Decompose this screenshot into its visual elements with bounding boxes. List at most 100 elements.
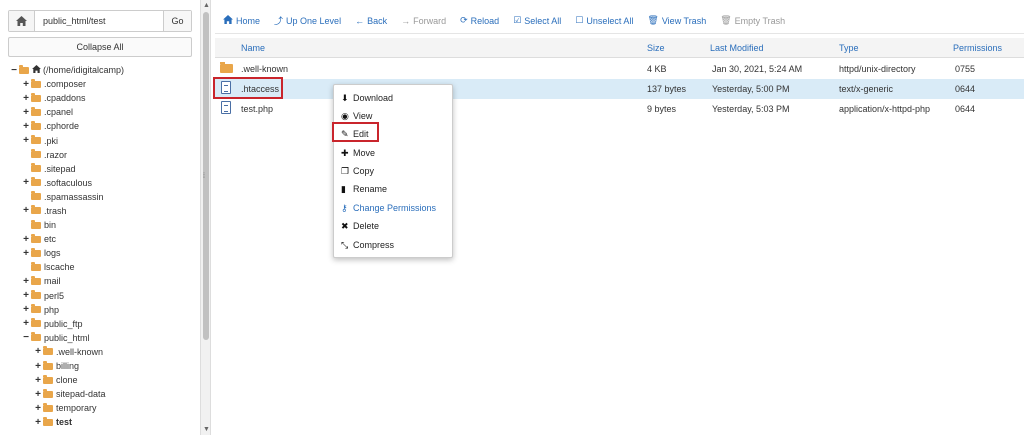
menu-item-delete[interactable]: ✖ Delete bbox=[341, 219, 379, 233]
tree-item[interactable]: + etc bbox=[0, 232, 200, 246]
view-trash-button[interactable]: 🗑 View Trash bbox=[647, 15, 706, 26]
tree-item-label: logs bbox=[44, 248, 61, 259]
tree-item[interactable]: + .cphorde bbox=[0, 119, 200, 133]
folder-icon bbox=[31, 275, 41, 285]
menu-item-download[interactable]: ⬇ Download bbox=[341, 91, 393, 105]
sidebar-scrollbar[interactable]: ▲ ⁞ ▼ bbox=[200, 0, 211, 435]
tree-item[interactable]: bin bbox=[0, 218, 200, 232]
compress-label: Compress bbox=[353, 240, 395, 250]
menu-item-change-permissions[interactable]: ⚷ Change Permissions bbox=[341, 201, 436, 215]
download-label: Download bbox=[353, 93, 394, 103]
expand-toggle-icon[interactable]: + bbox=[22, 234, 30, 245]
folder-icon bbox=[31, 106, 41, 116]
tree-item[interactable]: + temporary bbox=[0, 401, 200, 415]
scroll-down-icon[interactable]: ▼ bbox=[203, 426, 210, 433]
tree-item[interactable]: + .composer bbox=[0, 77, 200, 91]
tree-item[interactable]: + .pki bbox=[0, 133, 200, 147]
go-button[interactable]: Go bbox=[163, 11, 191, 31]
expand-toggle-icon[interactable]: + bbox=[22, 79, 30, 90]
forward-button[interactable]: → Forward bbox=[401, 16, 446, 26]
expand-toggle-icon[interactable]: + bbox=[22, 93, 30, 104]
column-permissions[interactable]: Permissions bbox=[953, 43, 1002, 53]
tree-item[interactable]: − (/home/idigitalcamp) bbox=[0, 63, 200, 77]
expand-toggle-icon[interactable]: + bbox=[22, 276, 30, 287]
select-all-button[interactable]: ☑ Select All bbox=[513, 15, 561, 26]
tree-item[interactable]: + .softaculous bbox=[0, 176, 200, 190]
menu-item-compress[interactable]: ⤡ Compress bbox=[341, 238, 394, 252]
collapse-toggle-icon[interactable]: − bbox=[22, 332, 30, 343]
tree-item[interactable]: + perl5 bbox=[0, 289, 200, 303]
file-permissions: 0755 bbox=[955, 64, 976, 74]
column-type[interactable]: Type bbox=[839, 43, 859, 53]
path-input[interactable] bbox=[35, 11, 163, 31]
tree-item[interactable]: − public_html bbox=[0, 331, 200, 345]
expand-toggle-icon[interactable]: + bbox=[22, 135, 30, 146]
home-icon[interactable] bbox=[9, 11, 35, 31]
tree-item[interactable]: .sitepad bbox=[0, 162, 200, 176]
expand-toggle-icon[interactable]: + bbox=[22, 248, 30, 259]
expand-toggle-icon[interactable]: + bbox=[22, 290, 30, 301]
up-one-level-button[interactable]: ⤴ Up One Level bbox=[274, 14, 341, 27]
folder-icon bbox=[43, 402, 53, 412]
tree-item[interactable]: .spamassassin bbox=[0, 190, 200, 204]
tree-item[interactable]: .razor bbox=[0, 148, 200, 162]
menu-item-view[interactable]: ◉ View bbox=[341, 109, 372, 123]
expand-toggle-icon[interactable]: + bbox=[22, 177, 30, 188]
resize-grip-icon[interactable]: ⁞ bbox=[203, 173, 205, 180]
move-label: Move bbox=[353, 148, 376, 158]
home-icon bbox=[32, 65, 41, 75]
column-size[interactable]: Size bbox=[647, 43, 665, 53]
tree-item-label: sitepad-data bbox=[56, 389, 106, 400]
back-button[interactable]: ← Back bbox=[355, 16, 387, 26]
expand-toggle-icon[interactable]: + bbox=[22, 121, 30, 132]
expand-toggle-icon[interactable]: + bbox=[22, 107, 30, 118]
expand-toggle-icon[interactable]: + bbox=[22, 205, 30, 216]
column-name[interactable]: Name bbox=[241, 43, 265, 53]
tree-item[interactable]: + .cpanel bbox=[0, 105, 200, 119]
tree-item[interactable]: + .well-known bbox=[0, 345, 200, 359]
expand-toggle-icon[interactable]: + bbox=[34, 361, 42, 372]
menu-item-rename[interactable]: ▮ Rename bbox=[341, 182, 387, 196]
home-button[interactable]: Home bbox=[223, 15, 260, 26]
tree-item[interactable]: + billing bbox=[0, 359, 200, 373]
file-size: 137 bytes bbox=[647, 84, 687, 94]
tree-item[interactable]: + php bbox=[0, 303, 200, 317]
arrow-right-icon: → bbox=[401, 15, 411, 26]
tree-item[interactable]: + .trash bbox=[0, 204, 200, 218]
file-type: httpd/unix-directory bbox=[839, 64, 916, 74]
tree-item[interactable]: lscache bbox=[0, 260, 200, 274]
folder-icon bbox=[31, 332, 41, 342]
tree-item-label: public_ftp bbox=[44, 318, 83, 329]
expand-toggle-icon[interactable]: + bbox=[22, 318, 30, 329]
expand-toggle-icon[interactable]: + bbox=[34, 417, 42, 428]
tree-item[interactable]: + public_ftp bbox=[0, 317, 200, 331]
expand-toggle-icon[interactable]: + bbox=[34, 375, 42, 386]
expand-toggle-icon[interactable]: + bbox=[34, 389, 42, 400]
unselect-all-button[interactable]: ☐ Unselect All bbox=[575, 15, 633, 26]
empty-trash-button[interactable]: 🗑 Empty Trash bbox=[720, 15, 785, 26]
reload-button[interactable]: ⟳ Reload bbox=[460, 15, 499, 26]
file-size: 9 bytes bbox=[647, 104, 677, 114]
tree-item-label: .trash bbox=[44, 205, 67, 216]
tree-item[interactable]: + .cpaddons bbox=[0, 91, 200, 105]
htaccess-highlight-box bbox=[213, 77, 283, 99]
tree-item-label: .spamassassin bbox=[44, 191, 104, 202]
file-icon: ▮ bbox=[341, 183, 346, 194]
tree-item[interactable]: + test bbox=[0, 415, 200, 429]
expand-toggle-icon[interactable]: + bbox=[34, 346, 42, 357]
home-icon bbox=[223, 15, 233, 26]
tree-item[interactable]: + logs bbox=[0, 246, 200, 260]
tree-item-label: .well-known bbox=[56, 346, 104, 357]
expand-toggle-icon[interactable]: + bbox=[34, 403, 42, 414]
scroll-up-icon[interactable]: ▲ bbox=[203, 2, 210, 9]
collapse-all-button[interactable]: Collapse All bbox=[8, 37, 192, 57]
collapse-toggle-icon[interactable]: − bbox=[10, 65, 18, 76]
column-last-modified[interactable]: Last Modified bbox=[710, 43, 764, 53]
menu-item-copy[interactable]: ❐ Copy bbox=[341, 164, 374, 178]
menu-item-move[interactable]: ✚ Move bbox=[341, 146, 375, 160]
tree-item[interactable]: + sitepad-data bbox=[0, 387, 200, 401]
tree-item[interactable]: + mail bbox=[0, 274, 200, 288]
table-row[interactable]: .well-known 4 KB Jan 30, 2021, 5:24 AM h… bbox=[215, 59, 1024, 79]
expand-toggle-icon[interactable]: + bbox=[22, 304, 30, 315]
tree-item[interactable]: + clone bbox=[0, 373, 200, 387]
